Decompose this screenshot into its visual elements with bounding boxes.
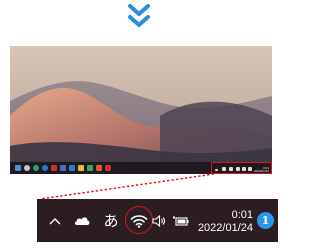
show-hidden-icons-button[interactable] xyxy=(47,199,63,242)
onedrive-button[interactable] xyxy=(71,199,93,242)
cloud-icon xyxy=(74,217,90,225)
mini-app-icon xyxy=(87,165,93,171)
down-arrow-icon xyxy=(128,4,150,27)
mini-app-icon xyxy=(96,165,102,171)
tray-highlight-box xyxy=(211,162,272,174)
ime-label: あ xyxy=(103,212,119,230)
mini-app-icon xyxy=(69,165,75,171)
mini-start-icon xyxy=(15,165,21,171)
volume-button[interactable] xyxy=(150,199,168,242)
mini-chrome-icon xyxy=(42,165,48,171)
zoomed-taskbar: あ 0:01 2022/01/24 1 xyxy=(37,199,278,242)
clock-time: 0:01 xyxy=(231,209,253,221)
clock-date: 2022/01/24 xyxy=(197,222,253,234)
mini-search-icon xyxy=(24,165,30,171)
mini-pdf-icon xyxy=(105,165,111,171)
mini-app-icon xyxy=(60,165,66,171)
volume-icon xyxy=(152,214,166,227)
wallpaper-image xyxy=(10,46,272,174)
desktop-screenshot: 0:01 2022/01/24 xyxy=(10,46,272,174)
battery-icon xyxy=(173,215,189,226)
wifi-highlight-circle xyxy=(125,206,153,234)
mini-app-icon xyxy=(51,165,57,171)
notification-center-button[interactable]: 1 xyxy=(257,212,274,229)
taskbar-clock[interactable]: 0:01 2022/01/24 xyxy=(198,209,253,235)
notification-count: 1 xyxy=(261,214,270,227)
chevron-up-icon xyxy=(49,217,61,224)
ime-button[interactable]: あ xyxy=(101,199,121,242)
mini-edge-icon xyxy=(33,165,39,171)
battery-button[interactable] xyxy=(171,199,191,242)
mini-folder-icon xyxy=(78,165,84,171)
